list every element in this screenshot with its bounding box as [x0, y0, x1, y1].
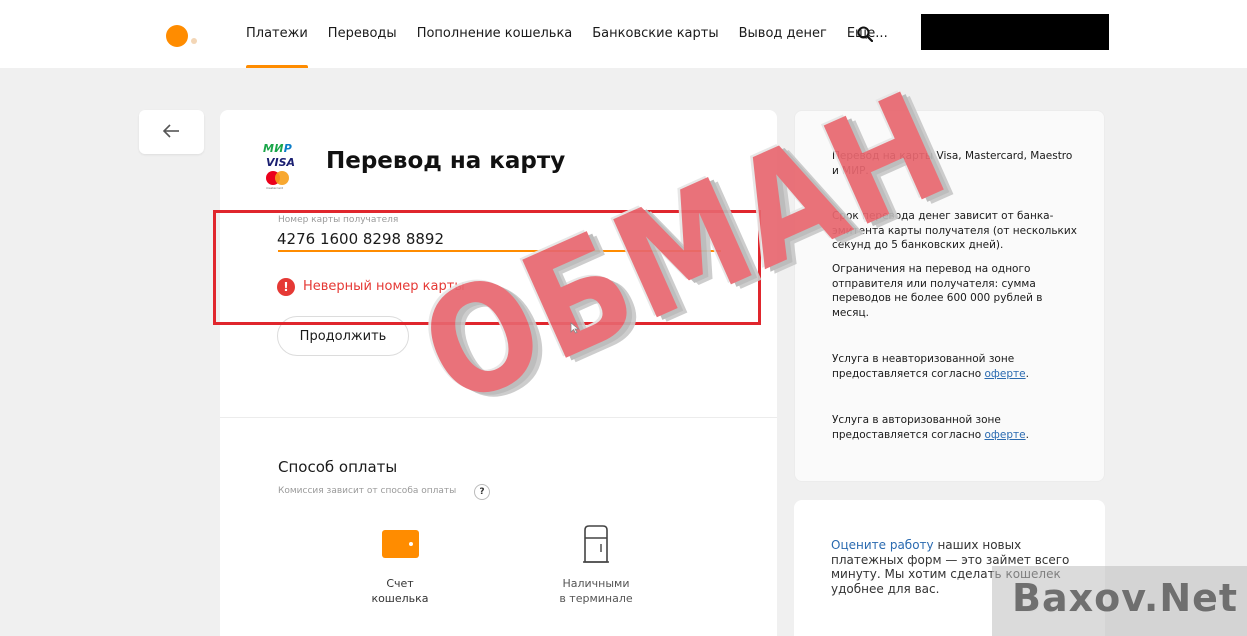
method-label: Счет кошелька [371, 577, 429, 605]
nav-item-transfers[interactable]: Переводы [328, 0, 397, 68]
logo[interactable] [166, 25, 188, 47]
payment-method-subtitle: Комиссия зависит от способа оплаты [278, 486, 457, 496]
info-text-unauthorized: Услуга в неавторизованной зоне предостав… [832, 353, 1029, 380]
payment-method-wallet[interactable]: Счет кошелька [340, 524, 460, 606]
payment-method-terminal[interactable]: Наличными в терминале [536, 524, 656, 606]
arrow-left-icon [162, 124, 179, 138]
nav-item-payments[interactable]: Платежи [246, 0, 308, 68]
search-icon[interactable] [857, 26, 873, 42]
info-text-limits: Ограничения на перевод на одного отправи… [832, 263, 1043, 319]
info-text-authorized: Услуга в авторизованной зоне предоставля… [832, 414, 1029, 441]
nav-item-topup[interactable]: Пополнение кошелька [417, 0, 573, 68]
stamp-overlay: ОБМАН [399, 60, 971, 440]
logo-dot [191, 38, 197, 44]
cursor-icon [570, 322, 580, 334]
watermark-text: Baxov.Net [1012, 576, 1239, 620]
rate-link[interactable]: Оцените работу [831, 538, 934, 552]
mastercard-logo: mastercard [266, 171, 292, 191]
method-label: Наличными в терминале [559, 577, 633, 605]
wallet-icon [381, 530, 419, 558]
visa-logo: VISA [266, 156, 296, 169]
terminal-icon [583, 525, 609, 563]
card-brands-logo: МИР VISA mastercard [262, 142, 296, 192]
offer-link[interactable]: оферте [984, 368, 1025, 380]
account-redacted[interactable] [921, 14, 1109, 50]
back-button[interactable] [139, 110, 204, 154]
mir-logo: МИР [263, 142, 293, 155]
page-title: Перевод на карту [326, 148, 566, 174]
main-nav: Платежи Переводы Пополнение кошелька Бан… [246, 0, 908, 68]
help-icon[interactable]: ? [474, 484, 490, 500]
nav-item-bank-cards[interactable]: Банковские карты [592, 0, 718, 68]
payment-method-title: Способ оплаты [278, 458, 398, 476]
top-header: Платежи Переводы Пополнение кошелька Бан… [0, 0, 1247, 68]
nav-item-withdraw[interactable]: Вывод денег [739, 0, 827, 68]
offer-link[interactable]: оферте [984, 429, 1025, 441]
